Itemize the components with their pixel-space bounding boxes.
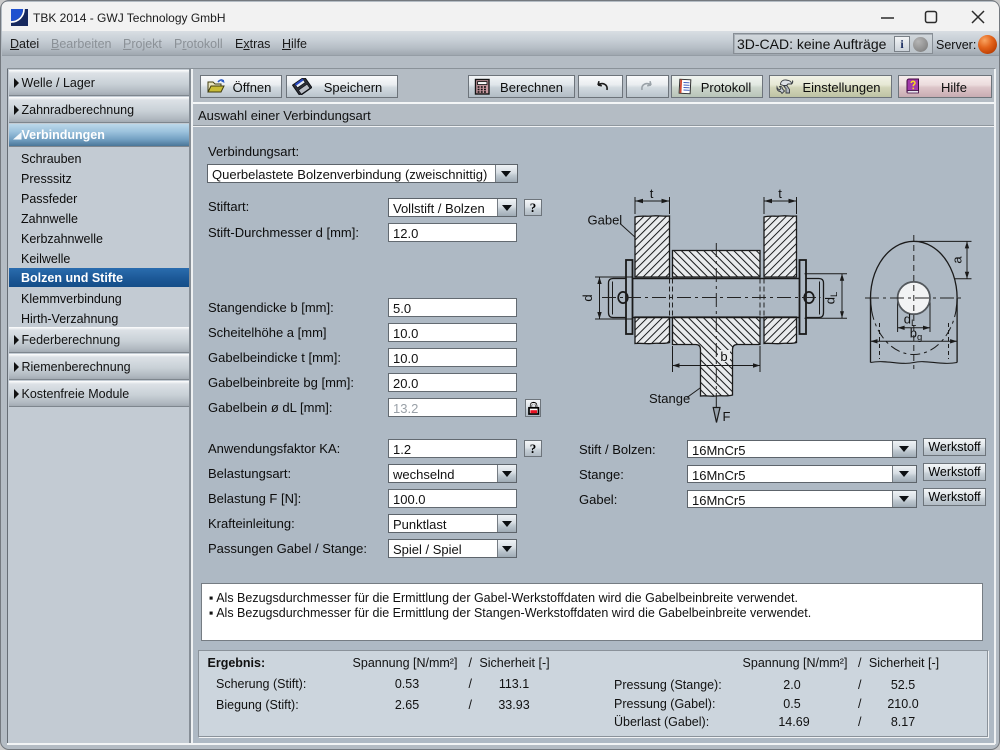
svg-text:b: b	[720, 349, 727, 364]
svg-text:Stange: Stange	[649, 391, 690, 406]
svg-text:d: d	[581, 294, 595, 301]
svg-text:Gabel: Gabel	[588, 213, 623, 228]
svg-text:a: a	[950, 256, 965, 264]
svg-text:t: t	[650, 186, 654, 201]
svg-text:dL: dL	[823, 292, 841, 305]
svg-text:F: F	[723, 409, 731, 424]
svg-text:t: t	[778, 186, 782, 201]
